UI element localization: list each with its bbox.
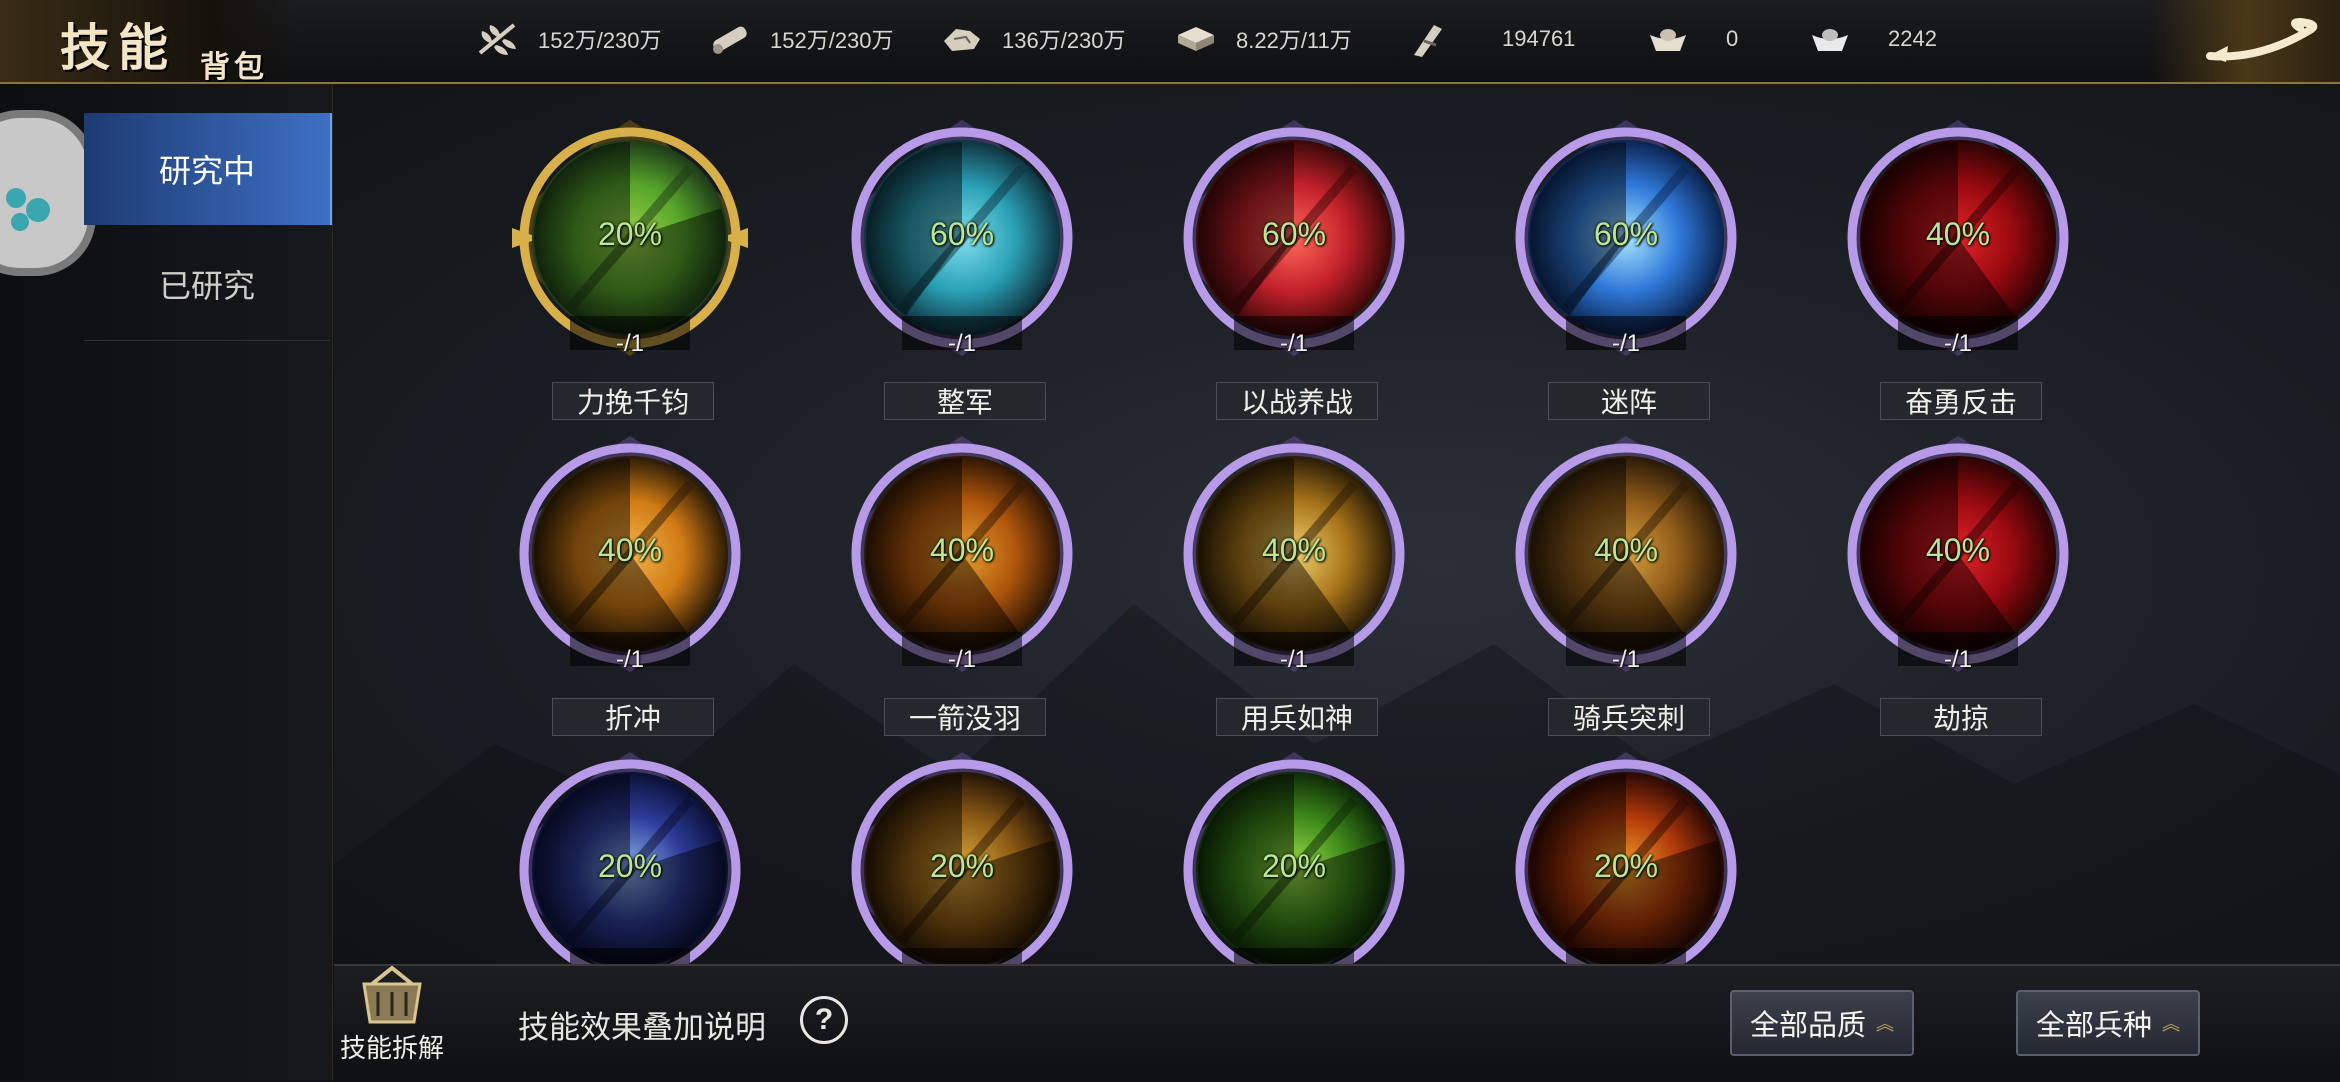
resource-decree: 194761 <box>1406 16 1575 62</box>
resource-decree-value: 194761 <box>1502 26 1576 51</box>
skill-name: 迷阵 <box>1548 382 1710 420</box>
skill-progress: 60% <box>1261 216 1327 252</box>
resource-stone-value: 136万/230万 <box>1002 28 1126 53</box>
decompose-label[interactable]: 技能拆解 <box>336 1028 448 1065</box>
chevron-up-icon: ︽ <box>2162 1014 2180 1034</box>
skill-progress: 20% <box>597 216 663 252</box>
decompose-icon[interactable] <box>342 965 442 1026</box>
tab-researching[interactable]: 研究中 <box>84 113 332 225</box>
top-bar <box>0 0 2340 84</box>
resource-wood-value: 152万/230万 <box>770 28 894 53</box>
skill-name: 用兵如神 <box>1216 698 1378 736</box>
filter-quality-label: 全部品质 <box>1749 1010 1866 1042</box>
resource-stone: 136万/230万 <box>940 16 1126 62</box>
grain-icon <box>476 21 520 57</box>
skill-progress: 40% <box>1925 532 1991 568</box>
skill-progress: 20% <box>929 848 995 884</box>
resource-grain-value: 152万/230万 <box>538 28 662 53</box>
stone-icon <box>940 21 984 57</box>
resource-grain: 152万/230万 <box>476 16 662 62</box>
skill-progress: 40% <box>1593 532 1659 568</box>
player-avatar[interactable] <box>0 110 96 276</box>
skill-card[interactable]: 40% -/1 一箭没羽 <box>842 434 1082 736</box>
skill-card[interactable]: 40% -/1 劫掠 <box>1838 434 2078 736</box>
skill-progress: 20% <box>1593 848 1659 884</box>
resource-iron-value: 8.22万/11万 <box>1236 28 1352 53</box>
skill-count: -/1 <box>1611 646 1640 673</box>
skill-card[interactable]: 40% -/1 折冲 <box>510 434 750 736</box>
back-button[interactable] <box>2150 0 2340 82</box>
resource-iron: 8.22万/11万 <box>1174 16 1352 62</box>
resource-gold: 0 <box>1646 16 1738 62</box>
skill-card[interactable]: 60% -/1 迷阵 <box>1506 118 1746 420</box>
resource-wood: 152万/230万 <box>708 16 894 62</box>
skill-name: 劫掠 <box>1880 698 2042 736</box>
skill-name: 整军 <box>884 382 1046 420</box>
skill-count: -/1 <box>1943 330 1972 357</box>
skill-progress: 40% <box>1261 532 1327 568</box>
skill-count: -/1 <box>1279 646 1308 673</box>
skill-count: -/1 <box>1279 330 1308 357</box>
skill-name: 一箭没羽 <box>884 698 1046 736</box>
skill-name: 以战养战 <box>1216 382 1378 420</box>
skill-card[interactable]: 60% -/1 以战养战 <box>1174 118 1414 420</box>
resource-silver-value: 2242 <box>1888 26 1937 51</box>
resource-gold-value: 0 <box>1726 26 1739 51</box>
skill-card[interactable]: 60% -/1 整军 <box>842 118 1082 420</box>
skill-count: -/1 <box>1943 646 1972 673</box>
skill-name: 力挽千钧 <box>552 382 714 420</box>
skill-card[interactable]: 40% -/1 奋勇反击 <box>1838 118 2078 420</box>
page-subtitle: 背包 <box>200 50 268 85</box>
skill-count: -/1 <box>615 646 644 673</box>
help-icon[interactable]: ? <box>800 996 848 1044</box>
decree-icon <box>1406 21 1450 57</box>
filter-quality-button[interactable]: 全部品质 ︽ <box>1730 990 1914 1056</box>
skill-progress: 40% <box>597 532 663 568</box>
iron-icon <box>1174 21 1218 57</box>
skill-progress: 20% <box>1261 848 1327 884</box>
wood-icon <box>708 21 752 57</box>
chevron-up-icon: ︽ <box>1876 1014 1894 1034</box>
skill-name: 折冲 <box>552 698 714 736</box>
resource-silver: 2242 <box>1808 16 1937 62</box>
skill-count: -/1 <box>947 646 976 673</box>
skill-progress: 20% <box>597 848 663 884</box>
skill-progress: 60% <box>929 216 995 252</box>
back-arrow-icon <box>2206 17 2318 62</box>
skill-count: -/1 <box>1611 330 1640 357</box>
skill-count: -/1 <box>947 330 976 357</box>
skill-card[interactable]: 40% -/1 骑兵突刺 <box>1506 434 1746 736</box>
skill-progress: 40% <box>1925 216 1991 252</box>
skill-name: 骑兵突刺 <box>1548 698 1710 736</box>
skill-stacking-explanation-link[interactable]: 技能效果叠加说明 <box>518 1002 766 1047</box>
skill-card[interactable]: 20% -/1 力挽千钧 <box>510 118 750 420</box>
page-title: 技能 <box>60 18 176 77</box>
filter-troop-button[interactable]: 全部兵种 ︽ <box>2016 990 2200 1056</box>
silver-ingot-icon <box>1808 21 1852 57</box>
skill-count: -/1 <box>615 330 644 357</box>
filter-troop-label: 全部兵种 <box>2035 1010 2152 1042</box>
skill-name: 奋勇反击 <box>1880 382 2042 420</box>
skill-progress: 60% <box>1593 216 1659 252</box>
gold-ingot-icon <box>1646 21 1690 57</box>
skill-progress: 40% <box>929 532 995 568</box>
tab-researched[interactable]: 已研究 <box>84 228 330 341</box>
skill-card[interactable]: 40% -/1 用兵如神 <box>1174 434 1414 736</box>
